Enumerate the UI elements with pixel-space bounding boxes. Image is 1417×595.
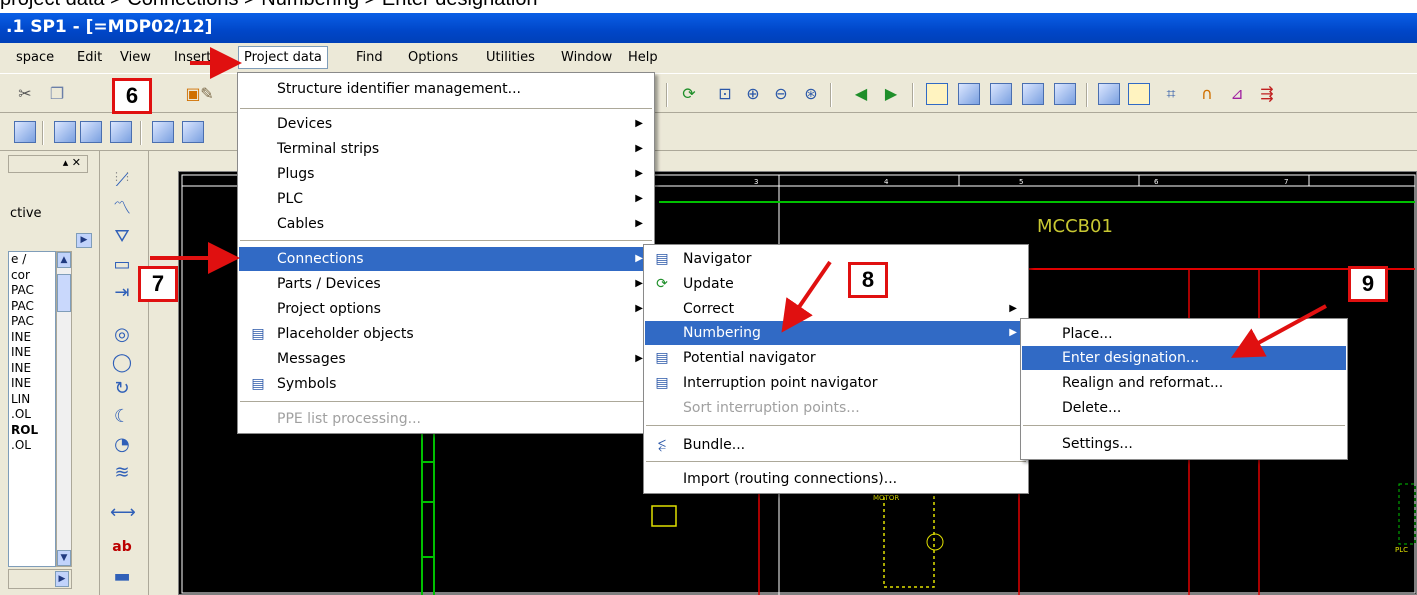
- annotation-arrow: [1230, 304, 1327, 358]
- app-window: project data > Connections > Numbering >…: [0, 0, 1417, 595]
- annotation-arrow: [781, 260, 832, 333]
- annotation-arrows: [150, 47, 1327, 358]
